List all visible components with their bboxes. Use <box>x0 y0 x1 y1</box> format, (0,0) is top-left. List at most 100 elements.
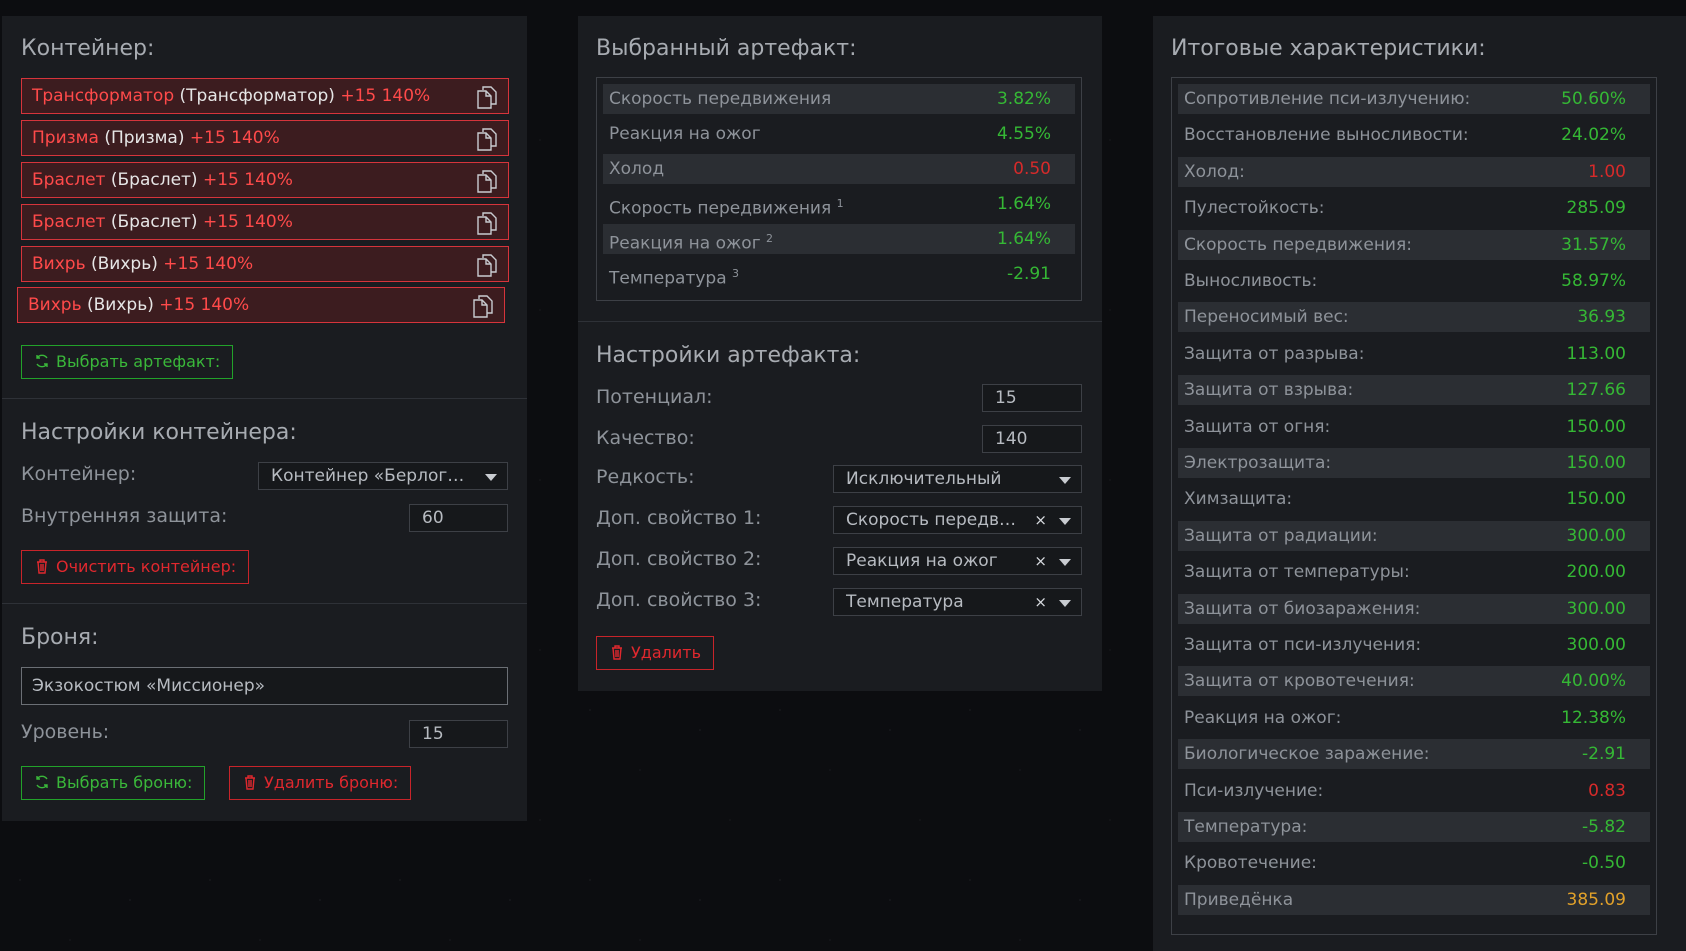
stat-label: Защита от кровотечения: <box>1184 671 1415 692</box>
artifact-row[interactable]: Браслет (Браслет) +15 140% <box>21 204 509 240</box>
stat-footnote: 1 <box>836 197 844 210</box>
artifact-bonus: +15 140% <box>159 295 250 315</box>
stat-label: Химзащита: <box>1184 489 1293 510</box>
stat-value: 300.00 <box>1566 598 1626 619</box>
prop2-select[interactable]: Реакция на ожог × <box>833 547 1082 575</box>
artifact-bonus: +15 140% <box>189 128 280 148</box>
stat-value: 1.00 <box>1588 161 1626 182</box>
stat-row: Скорость передвижения 1 1.64% <box>603 189 1075 219</box>
select-artifact-button[interactable]: Выбрать артефакт: <box>21 345 234 379</box>
prop3-label: Доп. свойство 3: <box>596 589 762 611</box>
inner-protection-label: Внутренняя защита: <box>21 505 228 527</box>
copy-icon[interactable] <box>476 253 498 277</box>
stat-row: Защита от пси-излучения: 300.00 <box>1178 630 1650 660</box>
stat-value: 385.09 <box>1566 889 1626 910</box>
level-input[interactable]: 15 <box>409 720 508 748</box>
artifact-row[interactable]: Призма (Призма) +15 140% <box>21 120 509 156</box>
stat-value: 300.00 <box>1566 635 1626 655</box>
copy-icon[interactable] <box>476 127 498 151</box>
delete-artifact-button[interactable]: Удалить <box>596 636 714 670</box>
stat-row: Скорость передвижения: 31.57% <box>1178 229 1650 260</box>
copy-icon[interactable] <box>476 169 498 193</box>
prop2-select-value: Реакция на ожог <box>846 551 998 571</box>
quality-input[interactable]: 140 <box>982 425 1082 453</box>
divider <box>578 321 1102 322</box>
stat-label: Реакция на ожог 2 <box>609 232 774 254</box>
stat-row: Приведёнка 385.09 <box>1178 884 1650 915</box>
container-label: Контейнер: <box>21 463 137 485</box>
artifact-row[interactable]: Браслет (Браслет) +15 140% <box>21 162 509 198</box>
rarity-select[interactable]: Исключительный <box>833 465 1082 493</box>
refresh-icon <box>36 354 48 368</box>
stat-label: Скорость передвижения 1 <box>609 197 844 219</box>
stat-label: Защита от разрыва: <box>1184 343 1365 364</box>
stat-row: Переносимый вес: 36.93 <box>1178 302 1650 333</box>
artifact-row[interactable]: Вихрь (Вихрь) +15 140% <box>21 246 509 282</box>
selected-artifact-title: Выбранный артефакт: <box>596 36 857 61</box>
stat-value: 113.00 <box>1566 343 1626 364</box>
rarity-select-value: Исключительный <box>846 469 1002 489</box>
artifact-bonus: +15 140% <box>340 86 431 106</box>
stat-row: Реакция на ожог 4.55% <box>603 119 1075 149</box>
clear-container-button[interactable]: Очистить контейнер: <box>21 550 250 584</box>
artifact-row[interactable]: Вихрь (Вихрь) +15 140% <box>17 287 505 323</box>
select-armor-label: Выбрать броню: <box>56 773 193 792</box>
copy-icon[interactable] <box>476 85 498 109</box>
stat-label: Пси-излучение: <box>1184 780 1324 801</box>
stat-label: Температура: <box>1184 817 1308 837</box>
artifact-type: (Браслет) <box>110 212 198 232</box>
stat-label: Реакция на ожог <box>609 124 761 144</box>
delete-armor-button[interactable]: Удалить броню: <box>229 766 412 800</box>
prop1-label: Доп. свойство 1: <box>596 507 762 529</box>
copy-icon[interactable] <box>472 294 494 318</box>
artifact-name: Призма <box>32 128 99 148</box>
level-label: Уровень: <box>21 721 110 743</box>
armor-input[interactable]: Экзокостюм «Миссионер» <box>21 667 508 705</box>
stat-label: Биологическое заражение: <box>1184 744 1430 765</box>
stat-row: Пси-излучение: 0.83 <box>1178 776 1650 806</box>
delete-artifact-label: Удалить <box>631 643 701 662</box>
stat-row: Реакция на ожог: 12.38% <box>1178 703 1650 733</box>
stat-value: 12.38% <box>1561 707 1626 728</box>
copy-icon[interactable] <box>476 211 498 235</box>
stat-footnote: 3 <box>732 267 740 280</box>
totals-stats: Сопротивление пси-излучению: 50.60% Восста… <box>1171 77 1657 935</box>
artifact-type: (Трансформатор) <box>179 86 335 106</box>
stat-value: 40.00% <box>1561 671 1626 692</box>
stat-row: Выносливость: 58.97% <box>1178 266 1650 296</box>
stat-value: 200.00 <box>1566 562 1626 583</box>
chevron-down-icon <box>1059 559 1071 566</box>
stat-value: 31.57% <box>1561 234 1626 255</box>
prop1-select[interactable]: Скорость передви… × <box>833 506 1082 534</box>
clear-container-label: Очистить контейнер: <box>56 557 237 576</box>
potential-input[interactable]: 15 <box>982 384 1082 412</box>
select-armor-button[interactable]: Выбрать броню: <box>21 766 206 800</box>
chevron-down-icon <box>1059 477 1071 484</box>
clear-icon[interactable]: × <box>1034 589 1047 615</box>
stat-value: -2.91 <box>1582 744 1626 765</box>
stat-footnote: 2 <box>766 232 774 245</box>
artifact-row[interactable]: Трансформатор (Трансформатор) +15 140% <box>21 78 509 114</box>
armor-title: Броня: <box>21 625 99 650</box>
stat-label: Приведёнка <box>1184 889 1294 910</box>
prop3-select[interactable]: Температура × <box>833 588 1082 616</box>
stat-label: Скорость передвижения <box>609 89 832 109</box>
clear-icon[interactable]: × <box>1034 548 1047 574</box>
stat-row: Защита от температуры: 200.00 <box>1178 557 1650 587</box>
stat-row: Кровотечение: -0.50 <box>1178 848 1650 878</box>
artifact-name: Трансформатор <box>32 86 175 106</box>
stat-row: Биологическое заражение: -2.91 <box>1178 739 1650 770</box>
stat-row: Скорость передвижения 3.82% <box>603 84 1075 114</box>
stat-row: Защита от огня: 150.00 <box>1178 412 1650 442</box>
clear-icon[interactable]: × <box>1034 507 1047 533</box>
stat-value: 150.00 <box>1566 489 1626 510</box>
stat-value: 58.97% <box>1561 271 1626 291</box>
container-select[interactable]: Контейнер «Берлога… <box>258 462 508 490</box>
stat-row: Температура 3 -2.91 <box>603 259 1075 289</box>
stat-label: Скорость передвижения: <box>1184 234 1412 255</box>
inner-protection-input[interactable]: 60 <box>409 504 508 532</box>
artifact-type: (Браслет) <box>110 170 198 190</box>
chevron-down-icon <box>1059 600 1071 607</box>
trash-icon <box>612 645 622 660</box>
stat-row: Холод: 1.00 <box>1178 156 1650 187</box>
